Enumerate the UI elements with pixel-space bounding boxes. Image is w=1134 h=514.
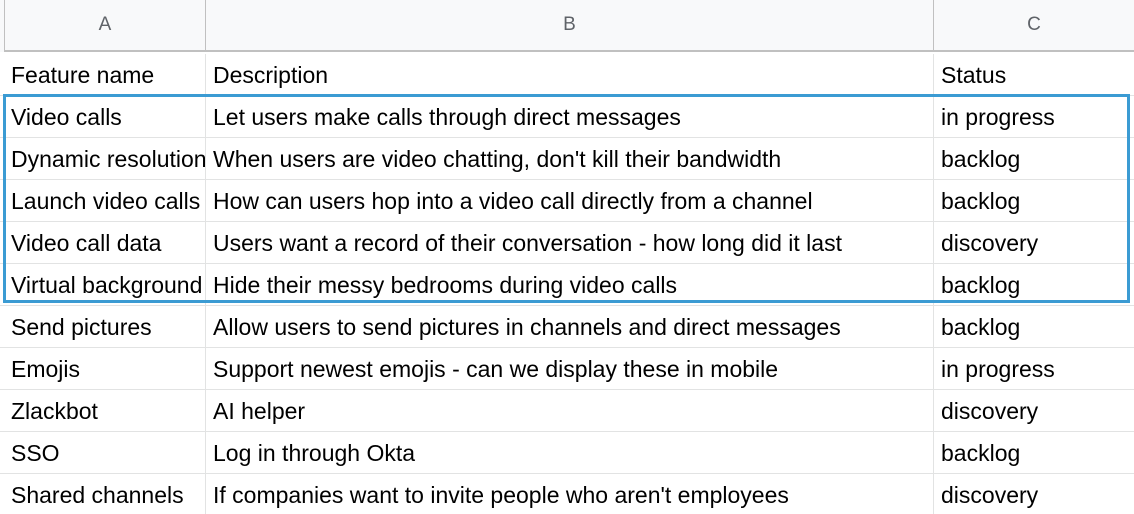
cell-feature-name[interactable]: Video calls: [4, 96, 206, 137]
cell-description[interactable]: AI helper: [206, 390, 934, 431]
cell-description[interactable]: If companies want to invite people who a…: [206, 474, 934, 514]
cell-feature-name[interactable]: SSO: [4, 432, 206, 473]
column-header-row: A B C: [0, 0, 1134, 52]
table-row: Launch video calls How can users hop int…: [0, 180, 1134, 222]
cell-status[interactable]: discovery: [934, 222, 1134, 263]
cell-feature-name-header[interactable]: Feature name: [4, 54, 206, 95]
column-header-b[interactable]: B: [206, 0, 934, 50]
table-row: Shared channels If companies want to inv…: [0, 474, 1134, 514]
cell-description[interactable]: How can users hop into a video call dire…: [206, 180, 934, 221]
column-header-a[interactable]: A: [5, 0, 206, 50]
column-header-c[interactable]: C: [934, 0, 1134, 50]
cell-description[interactable]: Hide their messy bedrooms during video c…: [206, 264, 934, 305]
table-row: SSO Log in through Okta backlog: [0, 432, 1134, 474]
cell-feature-name[interactable]: Send pictures: [4, 306, 206, 347]
table-row: Virtual background Hide their messy bedr…: [0, 264, 1134, 306]
cell-status[interactable]: backlog: [934, 138, 1134, 179]
cell-description[interactable]: Support newest emojis - can we display t…: [206, 348, 934, 389]
cell-status[interactable]: backlog: [934, 180, 1134, 221]
cell-description[interactable]: Log in through Okta: [206, 432, 934, 473]
cell-feature-name[interactable]: Dynamic resolution: [4, 138, 206, 179]
table-row: Video calls Let users make calls through…: [0, 96, 1134, 138]
cell-status[interactable]: discovery: [934, 390, 1134, 431]
table-row: Dynamic resolution When users are video …: [0, 138, 1134, 180]
cell-feature-name[interactable]: Emojis: [4, 348, 206, 389]
cell-description[interactable]: When users are video chatting, don't kil…: [206, 138, 934, 179]
cell-description-header[interactable]: Description: [206, 54, 934, 95]
cell-feature-name[interactable]: Launch video calls: [4, 180, 206, 221]
cell-status-header[interactable]: Status: [934, 54, 1134, 95]
cell-description[interactable]: Let users make calls through direct mess…: [206, 96, 934, 137]
cell-status[interactable]: in progress: [934, 348, 1134, 389]
cell-status[interactable]: discovery: [934, 474, 1134, 514]
cell-feature-name[interactable]: Virtual background: [4, 264, 206, 305]
table-row: Zlackbot AI helper discovery: [0, 390, 1134, 432]
cell-status[interactable]: backlog: [934, 306, 1134, 347]
table-row: Send pictures Allow users to send pictur…: [0, 306, 1134, 348]
cell-description[interactable]: Allow users to send pictures in channels…: [206, 306, 934, 347]
table-row: Video call data Users want a record of t…: [0, 222, 1134, 264]
cell-status[interactable]: backlog: [934, 264, 1134, 305]
sheet-rows: Feature name Description Status Video ca…: [0, 54, 1134, 514]
cell-status[interactable]: in progress: [934, 96, 1134, 137]
cell-status[interactable]: backlog: [934, 432, 1134, 473]
cell-feature-name[interactable]: Zlackbot: [4, 390, 206, 431]
table-row: Emojis Support newest emojis - can we di…: [0, 348, 1134, 390]
cell-feature-name[interactable]: Shared channels: [4, 474, 206, 514]
spreadsheet-grid[interactable]: A B C Feature name Description Status Vi…: [0, 0, 1134, 514]
header-data-row: Feature name Description Status: [0, 54, 1134, 96]
cell-feature-name[interactable]: Video call data: [4, 222, 206, 263]
cell-description[interactable]: Users want a record of their conversatio…: [206, 222, 934, 263]
